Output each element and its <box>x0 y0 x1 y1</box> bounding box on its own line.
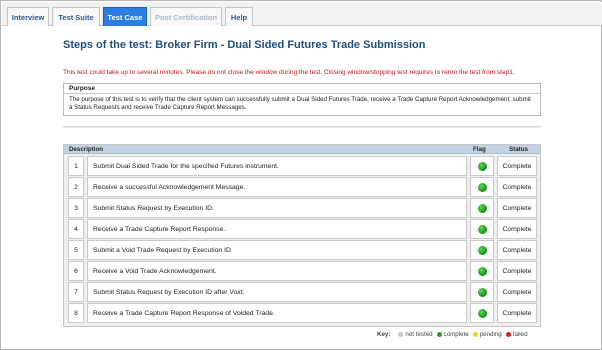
tab-help[interactable]: Help <box>225 7 253 26</box>
purpose-text: The purpose of this test is to verify th… <box>69 96 531 111</box>
key-pending: pending <box>479 331 502 338</box>
table-row: 4 Receive a Trade Capture Report Response… <box>64 219 540 240</box>
step-flag <box>470 240 494 260</box>
step-number: 7 <box>68 282 84 302</box>
tab-interview[interactable]: Interview <box>7 7 49 26</box>
step-flag <box>470 198 494 218</box>
header-status: Status <box>509 146 528 153</box>
step-number: 5 <box>68 240 84 260</box>
step-number: 3 <box>68 198 84 218</box>
status-key: Key: not tested complete pending failed <box>377 331 528 338</box>
step-description: Receive a Trade Capture Report Response. <box>87 219 467 239</box>
app-frame: Interview Test Suite Test Case Post Cert… <box>0 0 602 350</box>
table-row: 3 Submit Status Request by Execution ID. C… <box>64 198 540 219</box>
step-status: Complete <box>497 156 537 176</box>
complete-dot-icon <box>477 245 487 255</box>
page-title: Steps of the test: Broker Firm - Dual Si… <box>63 39 426 51</box>
table-row: 2 Receive a successful Acknowledgement Me… <box>64 177 540 198</box>
step-flag <box>470 303 494 323</box>
table-row: 7 Submit Status Request by Execution ID a… <box>64 282 540 303</box>
divider <box>63 126 541 128</box>
tab-test-suite[interactable]: Test Suite <box>52 7 100 26</box>
complete-dot-icon <box>436 332 442 337</box>
purpose-heading: Purpose <box>64 84 540 94</box>
purpose-box: Purpose The purpose of this test is to v… <box>63 83 541 116</box>
complete-dot-icon <box>477 287 487 297</box>
key-label: Key: <box>377 331 391 338</box>
not-tested-dot-icon <box>398 332 404 337</box>
step-status: Complete <box>497 198 537 218</box>
complete-dot-icon <box>477 308 487 318</box>
step-status: Complete <box>497 261 537 281</box>
key-complete: complete <box>443 331 469 338</box>
complete-dot-icon <box>477 266 487 276</box>
table-header: Description Flag Status <box>64 145 540 154</box>
table-row: 6 Receive a Void Trade Acknowledgement. Co… <box>64 261 540 282</box>
table-row: 5 Submit a Void Trade Request by Executio… <box>64 240 540 261</box>
step-flag <box>470 261 494 281</box>
key-not-tested: not tested <box>405 331 433 338</box>
step-description: Submit Dual Sided Trade for the specifie… <box>87 156 467 176</box>
complete-dot-icon <box>477 161 487 171</box>
step-status: Complete <box>497 219 537 239</box>
step-description: Receive a Void Trade Acknowledgement. <box>87 261 467 281</box>
step-number: 4 <box>68 219 84 239</box>
step-number: 2 <box>68 177 84 197</box>
step-flag <box>470 282 494 302</box>
complete-dot-icon <box>477 224 487 234</box>
pending-dot-icon <box>472 332 478 337</box>
step-description: Receive a successful Acknowledgement Mes… <box>87 177 467 197</box>
step-status: Complete <box>497 282 537 302</box>
complete-dot-icon <box>477 182 487 192</box>
step-number: 8 <box>68 303 84 323</box>
step-flag <box>470 177 494 197</box>
step-flag <box>470 156 494 176</box>
warning-message: This test could take up to several minut… <box>63 69 515 76</box>
tab-bar: Interview Test Suite Test Case Post Cert… <box>2 2 602 26</box>
tab-test-case[interactable]: Test Case <box>103 7 147 26</box>
table-row: 1 Submit Dual Sided Trade for the specifi… <box>64 156 540 177</box>
step-description: Receive a Trade Capture Report Response … <box>87 303 467 323</box>
tab-post-certification: Post Certification <box>150 7 222 26</box>
step-number: 6 <box>68 261 84 281</box>
table-row: 8 Receive a Trade Capture Report Response… <box>64 303 540 324</box>
header-description: Description <box>69 146 104 153</box>
steps-table: Description Flag Status 1 Submit Dual Sid… <box>63 144 541 327</box>
step-status: Complete <box>497 177 537 197</box>
complete-dot-icon <box>477 203 487 213</box>
step-status: Complete <box>497 303 537 323</box>
key-failed: failed <box>512 331 528 338</box>
step-description: Submit Status Request by Execution ID af… <box>87 282 467 302</box>
failed-dot-icon <box>505 332 511 337</box>
step-status: Complete <box>497 240 537 260</box>
step-number: 1 <box>68 156 84 176</box>
header-flag: Flag <box>473 146 486 153</box>
step-flag <box>470 219 494 239</box>
step-description: Submit Status Request by Execution ID. <box>87 198 467 218</box>
step-description: Submit a Void Trade Request by Execution… <box>87 240 467 260</box>
